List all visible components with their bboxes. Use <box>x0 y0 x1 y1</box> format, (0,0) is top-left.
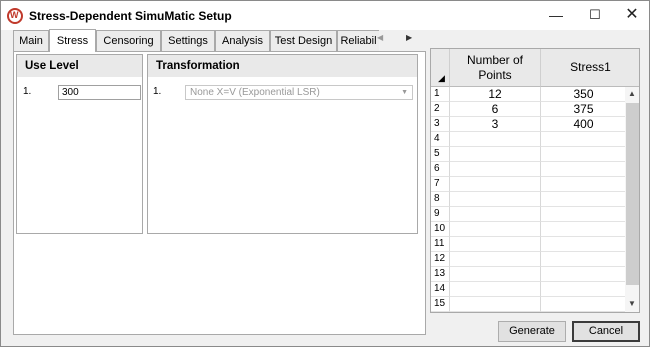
transformation-select[interactable]: None X=V (Exponential LSR) ▼ <box>185 85 413 100</box>
row-number: 7 <box>431 177 450 192</box>
use-level-input[interactable]: 300 <box>58 85 141 100</box>
scroll-down-icon[interactable]: ▼ <box>628 299 636 308</box>
use-level-heading: Use Level <box>17 55 142 77</box>
row-number: 11 <box>431 237 450 252</box>
table-row: 5 <box>431 147 639 162</box>
points-cell[interactable] <box>450 282 541 297</box>
row-number: 1 <box>431 87 450 102</box>
stress-cell[interactable] <box>541 177 626 192</box>
stress-cell[interactable] <box>541 237 626 252</box>
use-level-group: Use Level 1. 300 <box>16 54 143 234</box>
points-cell[interactable] <box>450 132 541 147</box>
table-row: 3 3 400 <box>431 117 639 132</box>
tab-scroll-left-icon[interactable]: ◀ <box>377 33 383 42</box>
points-cell[interactable]: 12 <box>450 87 541 102</box>
stress-cell[interactable] <box>541 162 626 177</box>
chevron-down-icon: ▼ <box>401 89 408 96</box>
transformation-select-value: None X=V (Exponential LSR) <box>190 87 320 98</box>
stress-cell[interactable] <box>541 282 626 297</box>
header-number-of-points[interactable]: Number of Points <box>450 49 541 87</box>
app-logo-icon <box>7 8 23 24</box>
row-number: 13 <box>431 267 450 282</box>
generate-button[interactable]: Generate <box>498 321 566 342</box>
points-cell[interactable] <box>450 252 541 267</box>
scroll-thumb[interactable] <box>626 103 639 285</box>
stress-cell[interactable] <box>541 297 626 312</box>
window-title: Stress-Dependent SimuMatic Setup <box>29 9 232 23</box>
grid-vertical-scrollbar[interactable]: ▲ ▼ <box>625 87 639 312</box>
points-cell[interactable] <box>450 147 541 162</box>
points-cell[interactable] <box>450 177 541 192</box>
row-number: 6 <box>431 162 450 177</box>
row-number: 12 <box>431 252 450 267</box>
stress-cell[interactable] <box>541 132 626 147</box>
stress-cell[interactable] <box>541 147 626 162</box>
stress-tab-panel: Use Level 1. 300 Transformation 1. None … <box>13 51 426 335</box>
stress-cell[interactable] <box>541 222 626 237</box>
row-number: 5 <box>431 147 450 162</box>
tab-stress[interactable]: Stress <box>49 29 96 52</box>
row-number: 4 <box>431 132 450 147</box>
header-stress1[interactable]: Stress1 <box>541 49 639 87</box>
points-cell[interactable] <box>450 267 541 282</box>
tab-settings[interactable]: Settings <box>161 30 215 52</box>
points-cell[interactable] <box>450 222 541 237</box>
points-cell[interactable] <box>450 162 541 177</box>
tab-scroll-right-icon[interactable]: ▶ <box>406 33 412 42</box>
stress-cell[interactable] <box>541 252 626 267</box>
row-number: 3 <box>431 117 450 132</box>
table-row: 12 <box>431 252 639 267</box>
transformation-heading: Transformation <box>148 55 417 77</box>
dialog-window: Stress-Dependent SimuMatic Setup — ☐ ✕ M… <box>0 0 650 347</box>
points-cell[interactable] <box>450 297 541 312</box>
table-row: 15 <box>431 297 639 312</box>
scroll-up-icon[interactable]: ▲ <box>628 89 636 98</box>
table-row: 6 <box>431 162 639 177</box>
table-row: 8 <box>431 192 639 207</box>
tab-main[interactable]: Main <box>13 30 49 52</box>
title-bar: Stress-Dependent SimuMatic Setup — ☐ ✕ <box>1 1 649 30</box>
tab-censoring[interactable]: Censoring <box>96 30 161 52</box>
row-number: 15 <box>431 297 450 312</box>
row-number: 9 <box>431 207 450 222</box>
points-cell[interactable] <box>450 237 541 252</box>
row-number: 2 <box>431 102 450 117</box>
row-number: 14 <box>431 282 450 297</box>
sort-corner-icon: ◢ <box>438 73 445 83</box>
use-level-row-index: 1. <box>23 86 32 97</box>
tab-test-design[interactable]: Test Design <box>270 30 337 52</box>
table-row: 9 <box>431 207 639 222</box>
stress-cell[interactable] <box>541 207 626 222</box>
row-number: 8 <box>431 192 450 207</box>
table-row: 11 <box>431 237 639 252</box>
stress-cell[interactable]: 375 <box>541 102 626 117</box>
grid-corner: ◢ <box>431 49 450 87</box>
tab-analysis[interactable]: Analysis <box>215 30 270 52</box>
row-number: 10 <box>431 222 450 237</box>
stress-cell[interactable] <box>541 267 626 282</box>
table-row: 7 <box>431 177 639 192</box>
points-cell[interactable] <box>450 207 541 222</box>
table-row: 2 6 375 <box>431 102 639 117</box>
table-row: 4 <box>431 132 639 147</box>
maximize-button[interactable]: ☐ <box>579 1 611 30</box>
stress-cell[interactable] <box>541 192 626 207</box>
cancel-button[interactable]: Cancel <box>572 321 640 342</box>
tab-reliability[interactable]: Reliabil <box>337 30 379 52</box>
table-row: 1 12 350 <box>431 87 639 102</box>
table-row: 13 <box>431 267 639 282</box>
minimize-button[interactable]: — <box>540 1 572 30</box>
stress-points-grid: ◢ Number of Points Stress1 1 12 350 2 6 375 … <box>430 48 640 313</box>
stress-cell[interactable]: 350 <box>541 87 626 102</box>
close-button[interactable]: ✕ <box>616 1 648 30</box>
transformation-group: Transformation 1. None X=V (Exponential … <box>147 54 418 234</box>
stress-cell[interactable]: 400 <box>541 117 626 132</box>
points-cell[interactable] <box>450 192 541 207</box>
points-cell[interactable]: 6 <box>450 102 541 117</box>
table-row: 10 <box>431 222 639 237</box>
transformation-row-index: 1. <box>153 86 162 97</box>
points-cell[interactable]: 3 <box>450 117 541 132</box>
table-row: 14 <box>431 282 639 297</box>
